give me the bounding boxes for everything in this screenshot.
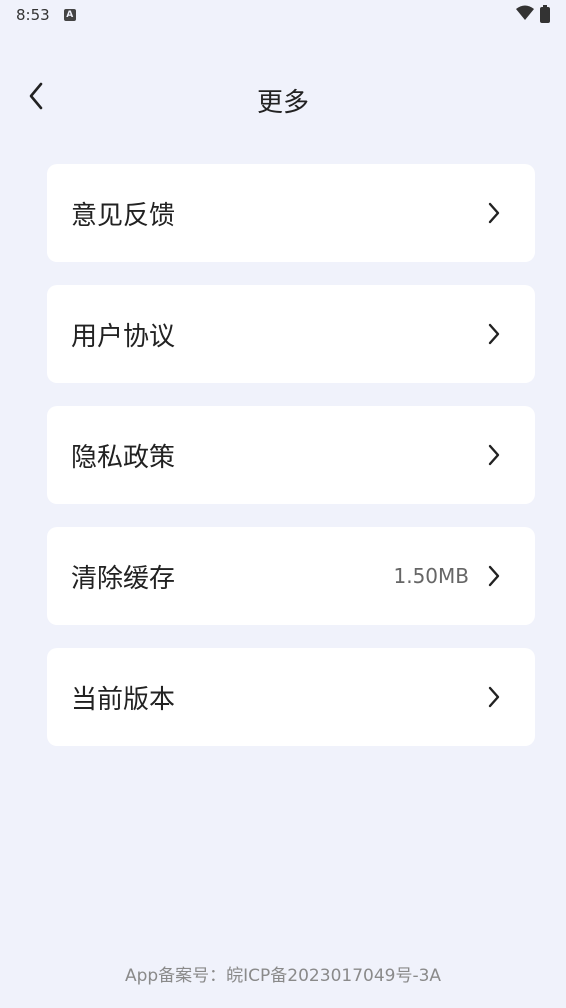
menu-item-clear-cache[interactable]: 清除缓存 1.50MB bbox=[47, 527, 535, 625]
menu-item-user-agreement[interactable]: 用户协议 bbox=[47, 285, 535, 383]
chevron-right-icon bbox=[487, 443, 501, 467]
menu-item-current-version[interactable]: 当前版本 bbox=[47, 648, 535, 746]
header: 更多 bbox=[0, 70, 566, 126]
more-screen: 8:53 A 更多 意见反馈 用户协议 隐私政策 清除缓存 1.50MB 当前版… bbox=[0, 0, 566, 1008]
menu-item-label: 清除缓存 bbox=[71, 563, 176, 594]
wifi-icon bbox=[516, 5, 534, 25]
page-title: 更多 bbox=[256, 88, 309, 118]
menu-item-privacy-policy[interactable]: 隐私政策 bbox=[47, 406, 535, 504]
menu-item-label: 当前版本 bbox=[71, 684, 176, 715]
menu-list: 意见反馈 用户协议 隐私政策 清除缓存 1.50MB 当前版本 bbox=[47, 164, 535, 769]
chevron-right-icon bbox=[487, 564, 501, 588]
menu-item-label: 意见反馈 bbox=[71, 200, 176, 231]
menu-item-label: 隐私政策 bbox=[71, 442, 176, 473]
status-bar: 8:53 A bbox=[0, 0, 566, 30]
battery-charging-icon bbox=[540, 5, 550, 23]
chevron-right-icon bbox=[487, 201, 501, 225]
menu-item-label: 用户协议 bbox=[71, 321, 176, 352]
chevron-right-icon bbox=[487, 322, 501, 346]
status-time: 8:53 bbox=[16, 6, 50, 24]
menu-item-feedback[interactable]: 意见反馈 bbox=[47, 164, 535, 262]
cache-size-value: 1.50MB bbox=[393, 564, 469, 588]
notification-a-icon: A bbox=[63, 9, 76, 21]
status-indicators bbox=[516, 5, 550, 25]
icp-record-text: App备案号：皖ICP备2023017049号-3A bbox=[124, 966, 442, 986]
chevron-right-icon bbox=[487, 685, 501, 709]
